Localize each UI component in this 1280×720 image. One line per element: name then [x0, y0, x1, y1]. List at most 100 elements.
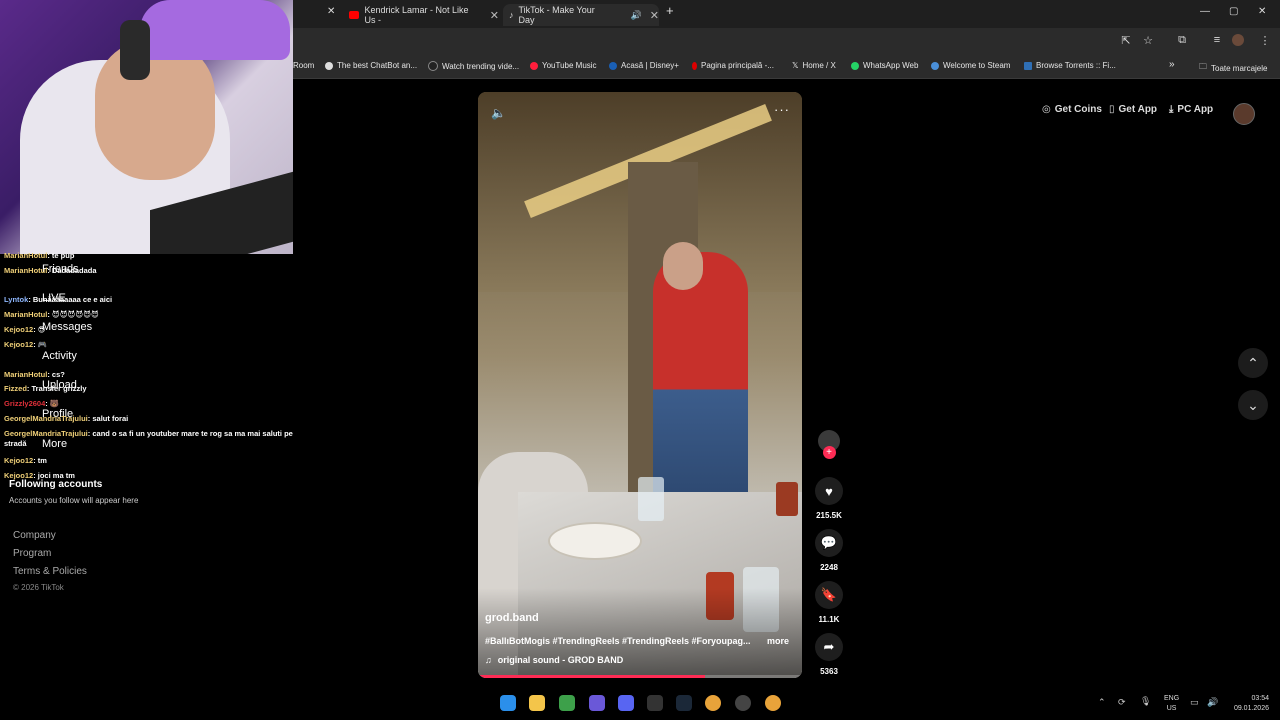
tab-youtube[interactable]: Kendrick Lamar - Not Like Us - ✕: [349, 4, 499, 26]
chat-message: Fizzed: Transfer grizzly: [4, 384, 87, 393]
media-player-icon[interactable]: [589, 695, 605, 711]
menu-icon[interactable]: ⋮: [1258, 34, 1272, 48]
close-icon[interactable]: ✕: [327, 6, 335, 17]
chat-username: MarianHotul: [4, 251, 48, 260]
whatsapp-icon: [851, 61, 859, 70]
video-author[interactable]: grod.band: [485, 612, 539, 624]
bookmark-disney[interactable]: Acasă | Disney+: [609, 61, 679, 70]
chat-message: Kejoo12: tm: [4, 456, 47, 465]
chrome-icon[interactable]: [765, 695, 781, 711]
file-explorer-icon[interactable]: [529, 695, 545, 711]
epic-games-icon[interactable]: [647, 695, 663, 711]
language-indicator[interactable]: ENG US: [1164, 694, 1179, 714]
star-icon[interactable]: ☆: [1141, 34, 1155, 48]
media-icon[interactable]: ≡: [1210, 34, 1224, 48]
volume-icon[interactable]: 🔊: [1207, 697, 1218, 708]
maximize-icon[interactable]: ▢: [1229, 6, 1238, 17]
caption-more-button[interactable]: more: [767, 636, 789, 646]
microphone-icon[interactable]: 🎙: [1140, 696, 1151, 707]
network-icon[interactable]: ⟳: [1118, 697, 1126, 708]
tray-chevron-icon[interactable]: ⌃: [1098, 697, 1106, 708]
youtube-music-icon: [530, 61, 538, 70]
chat-text: : 😈😈😈😈😈😈: [47, 310, 99, 319]
bookmark-whatsapp[interactable]: WhatsApp Web: [851, 61, 918, 70]
previous-video-button[interactable]: ⌃: [1238, 348, 1268, 378]
profile-avatar[interactable]: [1232, 34, 1244, 46]
footer-company[interactable]: Company: [13, 530, 56, 541]
video-player[interactable]: 🔈 ··· grod.band #BallıBotMogis #Trending…: [478, 92, 802, 678]
extensions-icon[interactable]: ⧉: [1175, 34, 1189, 48]
chevron-right-icon[interactable]: »: [1169, 59, 1175, 70]
fl-icon: [1024, 61, 1032, 70]
footer-program[interactable]: Program: [13, 548, 51, 559]
video-scene-glass: [638, 477, 664, 521]
chevron-up-icon: ⌃: [1247, 354, 1259, 371]
close-window-icon[interactable]: ✕: [1258, 6, 1266, 17]
discord-icon[interactable]: [618, 695, 634, 711]
get-coins-button[interactable]: ◎ Get Coins: [1042, 104, 1102, 115]
next-video-button[interactable]: ⌄: [1238, 390, 1268, 420]
install-app-icon[interactable]: ⇱: [1119, 34, 1133, 48]
minimize-icon[interactable]: —: [1200, 6, 1210, 17]
tab-label: TikTok - Make Your Day: [518, 5, 595, 25]
close-icon[interactable]: ✕: [650, 9, 659, 22]
close-icon[interactable]: ✕: [490, 9, 499, 22]
obs-icon[interactable]: [735, 695, 751, 711]
get-app-button[interactable]: ▯ Get App: [1109, 104, 1157, 115]
folder-icon: 🗀: [1199, 62, 1207, 71]
tab-label: Kendrick Lamar - Not Like Us -: [364, 5, 469, 25]
creator-avatar[interactable]: +: [812, 430, 846, 459]
like-button[interactable]: ♥ 215.5K: [812, 477, 846, 520]
video-sound[interactable]: ♫ original sound - GROD BAND: [485, 655, 623, 665]
user-avatar[interactable]: [1233, 103, 1255, 125]
pc-app-button[interactable]: ⤓ PC App: [1169, 104, 1213, 115]
bookmark-youtube-music[interactable]: YouTube Music: [530, 61, 597, 70]
footer-terms[interactable]: Terms & Policies: [13, 566, 87, 577]
chat-username: Kejoo12: [4, 456, 34, 465]
share-icon: ➦: [815, 633, 843, 661]
following-empty: Accounts you follow will appear here: [9, 496, 139, 505]
steam-icon[interactable]: [676, 695, 692, 711]
comment-icon: 💬: [815, 529, 843, 557]
speaker-icon[interactable]: 🔊: [631, 10, 642, 21]
sidebar-item-messages[interactable]: Messages: [42, 321, 92, 333]
bookmark-fl[interactable]: Browse Torrents :: Fi...: [1024, 61, 1116, 70]
chat-username: MarianHotul: [4, 370, 48, 379]
all-bookmarks[interactable]: 🗀 Toate marcajele: [1199, 61, 1267, 75]
chrome-icon[interactable]: [705, 695, 721, 711]
share-count: 5363: [820, 667, 838, 676]
progress-bar[interactable]: [478, 675, 705, 678]
chat-text: : 😎: [33, 325, 46, 334]
chat-message: MarianHotul: te pup: [4, 251, 74, 260]
new-tab-button[interactable]: +: [666, 3, 674, 18]
app-icon[interactable]: [559, 695, 575, 711]
volume-icon[interactable]: 🔈: [491, 106, 506, 120]
display-icon[interactable]: ▭: [1190, 697, 1199, 708]
bookmark-tiktok[interactable]: Watch trending vide...: [428, 61, 519, 71]
video-caption: #BallıBotMogis #TrendingReels #TrendingR…: [485, 636, 751, 646]
bookmark-x[interactable]: 𝕏 Home / X: [792, 61, 836, 70]
bookmark-room[interactable]: Room: [293, 61, 314, 70]
comment-button[interactable]: 💬 2248: [812, 529, 846, 572]
chat-message: Kejoo12: 😎: [4, 325, 46, 334]
more-options-icon[interactable]: ···: [774, 102, 790, 117]
video-scene-tea: [776, 482, 798, 516]
windows-start-icon[interactable]: [500, 695, 516, 711]
tab-tiktok[interactable]: ♪ TikTok - Make Your Day 🔊 ✕: [503, 4, 659, 26]
share-button[interactable]: ➦ 5363: [812, 633, 846, 676]
video-scene-plate: [548, 522, 642, 560]
video-scene-head: [663, 242, 703, 290]
bookmark-steam[interactable]: Welcome to Steam: [931, 61, 1010, 70]
tab-bar: ✕ Kendrick Lamar - Not Like Us - ✕ ♪ Tik…: [293, 0, 1280, 28]
chat-text: : Bunăăăăaaaa ce e aici: [28, 295, 113, 304]
address-bar[interactable]: ⇱ ☆ ⧉ ≡ ⋮: [293, 28, 1280, 56]
bookmark-opera[interactable]: Pagina principală -...: [692, 61, 774, 70]
clock[interactable]: 03:54 09.01.2026: [1227, 694, 1269, 714]
chat-message: MarianHotul: Dadadadada: [4, 266, 97, 275]
bookmark-chatbot[interactable]: The best ChatBot an...: [325, 61, 417, 70]
sidebar-item-activity[interactable]: Activity: [42, 350, 77, 362]
chat-username: Grizzly2604: [4, 399, 46, 408]
follow-plus-icon[interactable]: +: [822, 446, 836, 459]
save-button[interactable]: 🔖 11.1K: [812, 581, 846, 624]
bookmark-icon: 🔖: [815, 581, 843, 609]
